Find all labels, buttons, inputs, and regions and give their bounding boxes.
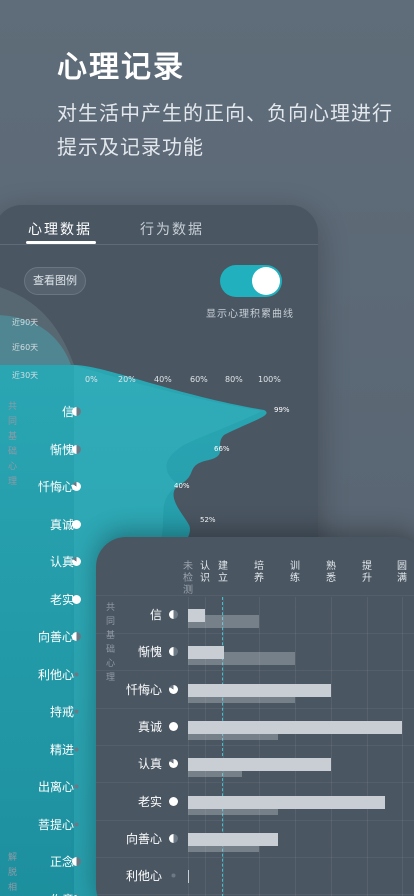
column-gridline <box>259 597 260 896</box>
column-header: 训练 <box>290 561 300 584</box>
row-label[interactable]: 忏悔心 <box>126 681 162 698</box>
row-label[interactable]: 真诚 <box>138 718 162 735</box>
progress-dot-icon <box>169 610 178 619</box>
progress-dot-icon <box>72 407 81 416</box>
progress-dot-icon <box>169 647 178 657</box>
period-label-90d: 近90天 <box>12 318 39 327</box>
category-label-basic: 共同基础心理 <box>106 603 116 683</box>
tab-behavior-data[interactable]: 行为数据 <box>140 219 204 239</box>
row-divider <box>96 782 414 784</box>
row-label[interactable]: 惭愧 <box>138 643 162 660</box>
level-bar <box>188 795 385 809</box>
progress-dot-icon <box>171 873 176 878</box>
percent-tick: 40% <box>154 375 172 384</box>
column-header: 熟悉 <box>326 561 336 584</box>
row-divider <box>96 670 414 672</box>
hero-subtitle: 对生活中产生的正向、负向心理进行提示及记录功能 <box>57 101 393 159</box>
progress-dot-icon <box>169 684 178 694</box>
row-label[interactable]: 向善心 <box>126 830 162 847</box>
tab-mind-data[interactable]: 心理数据 <box>28 219 92 239</box>
row-label[interactable]: 作意 <box>50 891 74 896</box>
level-bar <box>188 758 332 772</box>
level-bar <box>188 646 225 660</box>
peak-label: 66% <box>214 445 230 453</box>
row-label[interactable]: 信 <box>150 606 162 623</box>
progress-dot-icon <box>74 746 79 752</box>
row-label[interactable]: 利他心 <box>38 666 74 683</box>
row-divider <box>96 707 414 709</box>
row-divider <box>96 633 414 634</box>
progress-dot-icon <box>72 519 81 529</box>
level-bar <box>188 683 332 697</box>
row-label[interactable]: 持戒 <box>50 703 74 720</box>
progress-dot-icon <box>169 833 178 843</box>
progress-dot-icon <box>169 796 178 806</box>
category-label-basic: 共同基础心理 <box>8 402 18 487</box>
column-header: 建立 <box>218 561 228 584</box>
column-header: 提升 <box>362 561 372 584</box>
row-label[interactable]: 真诚 <box>50 516 74 533</box>
column-header: 圆满 <box>397 561 407 584</box>
row-label[interactable]: 老实 <box>50 591 74 608</box>
level-bar <box>188 720 402 734</box>
progress-dot-icon <box>72 557 81 566</box>
progress-dot-icon <box>169 759 178 769</box>
column-header: 认识 <box>200 561 210 584</box>
percent-tick: 100% <box>258 375 281 384</box>
row-label[interactable]: 认真 <box>50 553 74 570</box>
row-label[interactable]: 向善心 <box>38 628 74 645</box>
column-gridline <box>295 597 296 896</box>
row-label[interactable]: 老实 <box>138 793 162 810</box>
row-label[interactable]: 精进 <box>50 741 74 758</box>
row-label[interactable]: 利他心 <box>126 867 162 884</box>
progress-dot-icon <box>72 444 81 454</box>
row-divider <box>96 894 414 896</box>
row-divider <box>96 744 414 746</box>
header-divider <box>96 595 414 596</box>
period-label-30d: 近30天 <box>12 371 39 380</box>
row-divider <box>96 856 414 858</box>
row-label[interactable]: 菩提心 <box>38 816 74 833</box>
percent-tick: 0% <box>85 375 98 384</box>
level-bar <box>188 832 278 846</box>
progress-dot-icon <box>74 709 79 714</box>
column-gridline <box>331 597 332 896</box>
column-gridline <box>402 597 403 896</box>
progress-dot-icon <box>72 482 81 491</box>
percent-tick: 60% <box>190 375 208 384</box>
row-label[interactable]: 惭愧 <box>50 441 74 458</box>
row-divider <box>96 819 414 821</box>
progress-dot-icon <box>74 821 79 827</box>
row-label[interactable]: 正念 <box>50 853 74 870</box>
category-label-liberation: 解脱相 <box>8 853 18 893</box>
percent-tick: 80% <box>225 375 243 384</box>
progress-dot-icon <box>74 784 79 789</box>
progress-dot-icon <box>72 632 81 641</box>
active-tab-indicator <box>26 241 96 244</box>
progress-dot-icon <box>72 594 81 604</box>
column-header: 未检测 <box>183 561 193 596</box>
level-bar <box>188 609 206 622</box>
level-bar <box>188 870 189 884</box>
tab-bar: 心理数据 行为数据 <box>0 205 318 245</box>
row-label[interactable]: 认真 <box>138 755 162 772</box>
peak-label: 52% <box>200 516 216 524</box>
front-phone-screen: 未检测 认识 建立 培养 训练 熟悉 提升 圆满 共同基础心理 信惭愧忏悔心真诚认真老实向善心… <box>96 537 414 896</box>
column-gridline <box>367 597 368 896</box>
row-label[interactable]: 出离心 <box>38 778 74 795</box>
percent-tick: 20% <box>118 375 136 384</box>
column-header: 培养 <box>254 561 264 584</box>
progress-dot-icon <box>169 721 178 731</box>
peak-label: 99% <box>274 406 290 414</box>
peak-label: 40% <box>174 482 190 490</box>
hero-title: 心理记录 <box>57 50 185 85</box>
progress-dot-icon <box>74 671 79 677</box>
row-label[interactable]: 忏悔心 <box>38 478 74 495</box>
period-label-60d: 近60天 <box>12 343 39 352</box>
progress-dot-icon <box>72 857 81 866</box>
